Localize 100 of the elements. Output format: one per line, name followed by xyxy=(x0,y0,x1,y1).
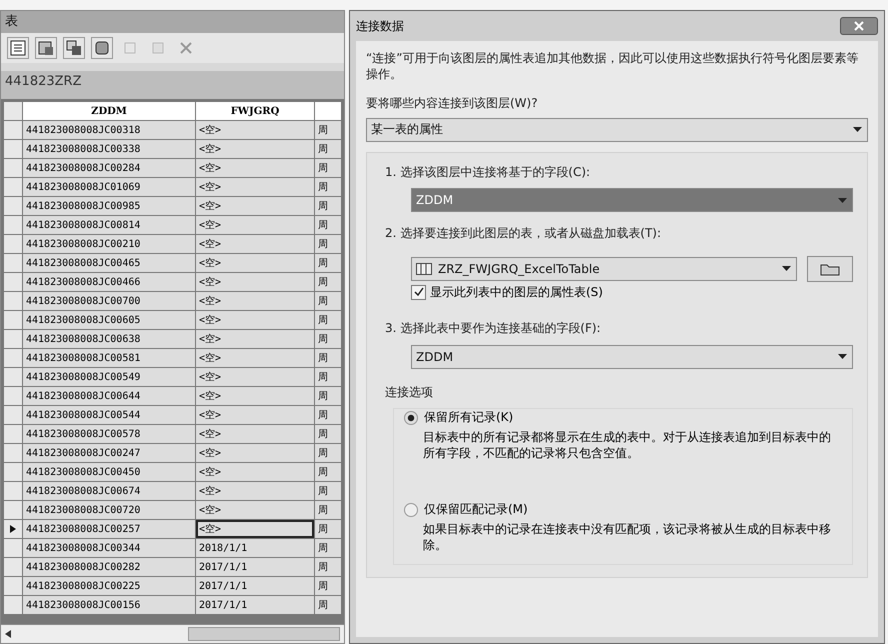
horizontal-scrollbar[interactable] xyxy=(1,624,344,643)
checkbox[interactable]: 显示此列表中的图层的属性表(S) xyxy=(385,284,853,301)
table-cell: 441823008008JC00549 xyxy=(23,368,195,386)
table-cell: <空> xyxy=(196,121,314,139)
table-cell: 441823008008JC00674 xyxy=(23,482,195,500)
table-cell: <空> xyxy=(196,349,314,367)
table-cell: 441823008008JC00225 xyxy=(23,577,195,595)
table-cell: <空> xyxy=(196,216,314,234)
table-cell: 2018/1/1 xyxy=(196,539,314,557)
field-label: 1. 选择该图层中连接将基于的字段(C): xyxy=(385,164,592,180)
table-cell: 441823008008JC01069 xyxy=(23,178,195,196)
check-icon xyxy=(414,287,424,298)
table-cell: 周 xyxy=(315,501,341,519)
table-cell: 周 xyxy=(315,558,341,576)
table-cell: 441823008008JC00581 xyxy=(23,349,195,367)
column-header[interactable]: ZDDM xyxy=(23,102,195,120)
table-cell: 2017/1/1 xyxy=(196,596,314,614)
table-cell: 周 xyxy=(315,311,341,329)
caret-icon xyxy=(838,354,847,360)
table-cell: <空> xyxy=(196,159,314,177)
table-cell: 2017/1/1 xyxy=(196,577,314,595)
table-cell: 2017/1/1 xyxy=(196,558,314,576)
table-cell: 周 xyxy=(315,539,341,557)
field-label: 要将哪些内容连接到该图层(W)? xyxy=(366,96,539,112)
caret-icon xyxy=(782,266,791,272)
table-cell: 周 xyxy=(315,444,341,462)
table-cell: 周 xyxy=(315,235,341,253)
dropdown[interactable]: ZRZ_FWJGRQ_ExcelToTable xyxy=(411,256,797,281)
dropdown[interactable]: ZDDM xyxy=(411,188,853,212)
table-cell: 周 xyxy=(315,121,341,139)
table-cell: <空> xyxy=(196,482,314,500)
table-cell: <空> xyxy=(196,444,314,462)
table-cell: <空> xyxy=(196,501,314,519)
table-cell: 周 xyxy=(315,349,341,367)
left-arrow-icon[interactable] xyxy=(5,630,11,638)
open-folder-button[interactable] xyxy=(807,256,853,282)
table-cell: 周 xyxy=(315,406,341,424)
current-row-icon xyxy=(10,525,16,533)
table-cell: <空> xyxy=(196,254,314,272)
table-cell: 441823008008JC00318 xyxy=(23,121,195,139)
table-cell: 周 xyxy=(315,463,341,481)
table-cell: <空> xyxy=(196,330,314,348)
table-cell: 441823008008JC00210 xyxy=(23,235,195,253)
folder-icon xyxy=(820,262,840,276)
caret-icon xyxy=(838,198,847,203)
table-cell: 441823008008JC00344 xyxy=(23,539,195,557)
table-cell: 周 xyxy=(315,273,341,291)
table-options-icon[interactable] xyxy=(7,37,29,59)
section-title: 连接选项 xyxy=(385,384,434,400)
table-cell: 周 xyxy=(315,596,341,614)
table-cell: 周 xyxy=(315,330,341,348)
table-cell: 441823008008JC00644 xyxy=(23,387,195,405)
table-cell: 周 xyxy=(315,159,341,177)
table-cell: 周 xyxy=(315,368,341,386)
table-cell: <空> xyxy=(196,387,314,405)
table-cell: <空> xyxy=(196,311,314,329)
radio-button[interactable]: 仅保留匹配记录(M) xyxy=(404,501,842,518)
layer-name: 441823ZRZ xyxy=(1,71,344,99)
table-cell: 周 xyxy=(315,216,341,234)
table-cell: <空> xyxy=(196,463,314,481)
close-icon xyxy=(854,21,864,31)
table-cell: 441823008008JC00605 xyxy=(23,311,195,329)
table-cell: 441823008008JC00156 xyxy=(23,596,195,614)
table-cell: 周 xyxy=(315,292,341,310)
table-cell: 441823008008JC00465 xyxy=(23,254,195,272)
table-cell: 周 xyxy=(315,482,341,500)
close-button[interactable] xyxy=(840,17,878,35)
column-header[interactable]: FWJGRQ xyxy=(196,102,314,120)
caret-icon xyxy=(853,127,862,132)
table-cell: 441823008008JC00985 xyxy=(23,197,195,215)
field-label: 3. 选择此表中要作为连接基础的字段(F): xyxy=(385,320,602,337)
table-cell: 周 xyxy=(315,197,341,215)
table-cell: 周 xyxy=(315,387,341,405)
table-cell: 441823008008JC00282 xyxy=(23,558,195,576)
table-cell: 周 xyxy=(315,254,341,272)
table-cell: 441823008008JC00257 xyxy=(23,520,195,538)
table-cell: 周 xyxy=(315,425,341,443)
table-cell: <空> xyxy=(196,425,314,443)
option-description: 目标表中的所有记录都将显示在生成的表中。对于从连接表追加到目标表中的所有字段，不匹配的记录将只包含空值。 xyxy=(422,430,832,462)
table-cell: <空> xyxy=(196,273,314,291)
dialog-title: 连接数据 xyxy=(356,18,404,34)
table-cell: 441823008008JC00578 xyxy=(23,425,195,443)
table-cell: 周 xyxy=(315,140,341,158)
table-cell: 441823008008JC00720 xyxy=(23,501,195,519)
table-cell: 周 xyxy=(315,178,341,196)
table-cell: <空> xyxy=(196,520,314,538)
table-cell: 周 xyxy=(315,577,341,595)
dropdown[interactable]: ZDDM xyxy=(411,344,853,369)
column-header[interactable] xyxy=(315,102,341,120)
table-cell: 441823008008JC00284 xyxy=(23,159,195,177)
row-selector[interactable] xyxy=(4,520,22,538)
radio-button[interactable]: 保留所有记录(K) xyxy=(404,409,842,426)
table-cell: <空> xyxy=(196,197,314,215)
table-cell: 441823008008JC00638 xyxy=(23,330,195,348)
table-cell: <空> xyxy=(196,140,314,158)
dropdown[interactable]: 某一表的属性 xyxy=(366,118,868,142)
table-cell: <空> xyxy=(196,178,314,196)
window-title: 表 xyxy=(1,11,344,33)
table-cell: 441823008008JC00450 xyxy=(23,463,195,481)
table-cell: <空> xyxy=(196,406,314,424)
